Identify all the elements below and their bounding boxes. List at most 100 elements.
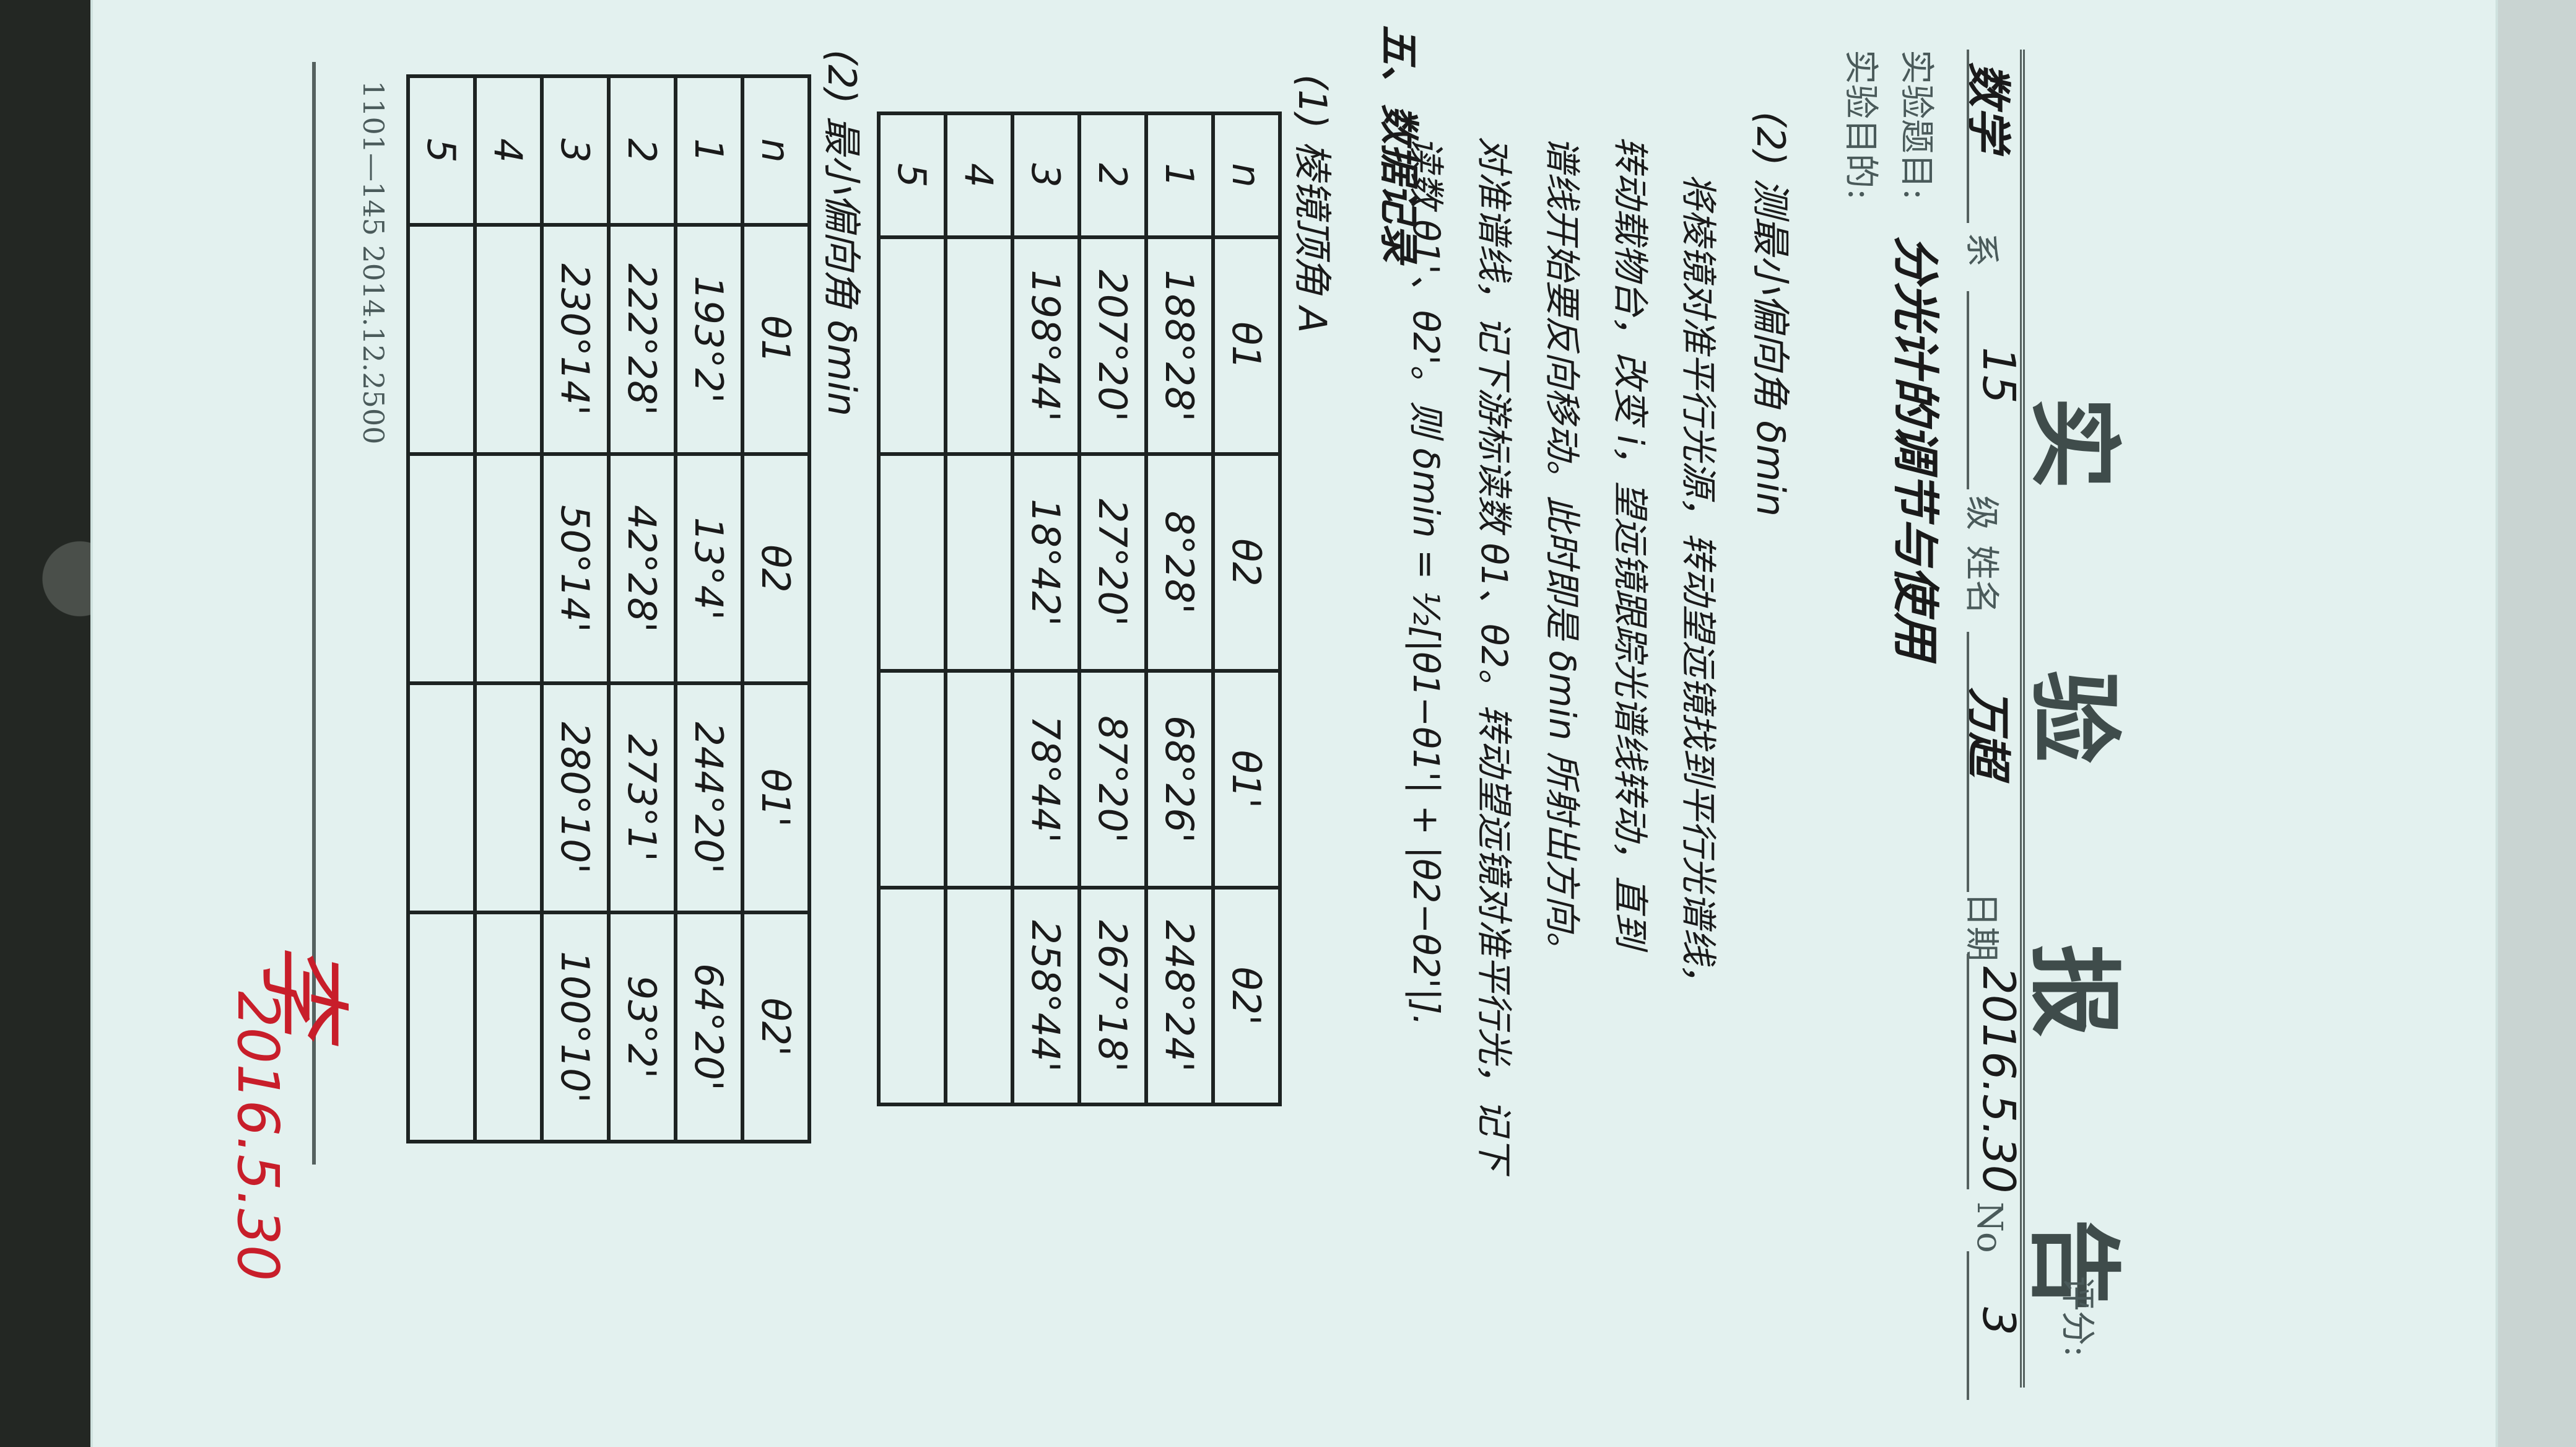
table-row: 4 — [475, 76, 542, 1142]
date-label: 日期 — [1961, 892, 2001, 961]
table-cell: 207°20' — [1079, 237, 1146, 454]
grade-value: 15 — [1973, 347, 2025, 404]
table-cell: 273°1' — [609, 683, 676, 912]
table-cell: 188°28' — [1146, 237, 1213, 454]
table2-header-theta2: θ2 — [742, 454, 809, 683]
date-value: 2016.5.30 — [1973, 966, 2025, 1194]
name-underline — [1967, 632, 1969, 892]
table-cell — [475, 454, 542, 683]
table-cell: 248°24' — [1146, 888, 1213, 1104]
table-cell — [475, 683, 542, 912]
table1-caption: (1) 棱镜顶角 A — [1290, 74, 1335, 333]
table2-header-row: n θ1 θ2 θ1' θ2' — [742, 76, 809, 1142]
purpose-label: 实验目的: — [1840, 50, 1881, 200]
table-row: 1 193°2' 13°4' 244°20' 64°20' — [676, 76, 742, 1142]
table-cell: 18°42' — [1012, 454, 1079, 671]
report-title: 实 验 报 告 — [2019, 396, 2128, 1386]
procedure-line-1: 将棱镜对准平行光源，转动望远镜找到平行光谱线， — [1677, 173, 1720, 1000]
teacher-date: 2016.5.30 — [225, 991, 291, 1282]
table-cell: 5 — [879, 113, 946, 237]
table-cell: 42°28' — [609, 454, 676, 683]
table-cell: 93°2' — [609, 912, 676, 1142]
no-underline — [1967, 1251, 1969, 1400]
table-cell: 193°2' — [676, 225, 742, 454]
table-cell — [408, 454, 475, 683]
department-underline — [1967, 50, 1969, 223]
table-cell — [408, 225, 475, 454]
table-cell: 258°44' — [1012, 888, 1079, 1104]
table-row: 2 222°28' 42°28' 273°1' 93°2' — [609, 76, 676, 1142]
procedure-line-3: 谱线开始要反向移动。此时即是 δmin 所射出方向。 — [1541, 136, 1583, 968]
table-cell: 267°18' — [1079, 888, 1146, 1104]
table-cell — [946, 671, 1012, 888]
table1-header-theta1p: θ1' — [1213, 671, 1280, 888]
table2-caption: (2) 最小偏向角 δmin — [819, 50, 864, 417]
table-cell: 5 — [408, 76, 475, 225]
table-row: 5 — [879, 113, 946, 1104]
table2-header-n: n — [742, 76, 809, 225]
table-cell: 280°10' — [542, 683, 609, 912]
table1-header-theta1: θ1 — [1213, 237, 1280, 454]
table-row: 4 — [946, 113, 1012, 1104]
procedure-line-2: 转动载物台，改变 i，望远镜跟踪光谱线转动，直到 — [1609, 136, 1651, 948]
table-cell — [879, 888, 946, 1104]
page: 实 验 报 告 评分: 数学 系 15 级 姓名 万超 日期 2016.5.30… — [93, 0, 2496, 1447]
no-value: 3 — [1973, 1307, 2025, 1336]
table-cell: 230°14' — [542, 225, 609, 454]
table-cell: 3 — [1012, 113, 1079, 237]
report-sheet: 实 验 报 告 评分: 数学 系 15 级 姓名 万超 日期 2016.5.30… — [93, 0, 2496, 1447]
table-cell: 27°20' — [1079, 454, 1146, 671]
topic-value: 分光计的调节与使用 — [1888, 235, 1943, 659]
table-cell: 4 — [946, 113, 1012, 237]
name-value: 万超 — [1962, 688, 2014, 777]
topic-label: 实验题目: — [1896, 50, 1936, 200]
table2-header-theta1p: θ1' — [742, 683, 809, 912]
table-cell: 3 — [542, 76, 609, 225]
procedure-line-4: 对准谱线，记下游标读数 θ1、θ2。转动望远镜对准平行光，记下 — [1473, 136, 1515, 1172]
table-row: 3 198°44' 18°42' 78°44' 258°44' — [1012, 113, 1079, 1104]
table1-header-n: n — [1213, 113, 1280, 237]
table-cell — [408, 683, 475, 912]
table-cell — [879, 671, 946, 888]
date-underline — [1967, 954, 1969, 1189]
procedure-heading: (2) 测最小偏向角 δmin — [1748, 111, 1793, 517]
table-row: 3 230°14' 50°14' 280°10' 100°10' — [542, 76, 609, 1142]
table-cell — [408, 912, 475, 1142]
data-heading-text: 五、数据记录 — [1375, 25, 1421, 263]
table-cell: 2 — [1079, 113, 1146, 237]
grade-underline — [1967, 291, 1969, 489]
data-heading: 五、数据记录 — [1373, 25, 1430, 263]
table-cell: 244°20' — [676, 683, 742, 912]
table-cell: 50°14' — [542, 454, 609, 683]
table2-header-theta2p: θ2' — [742, 912, 809, 1142]
table-cell: 1 — [1146, 113, 1213, 237]
table-cell — [946, 888, 1012, 1104]
table-cell: 78°44' — [1012, 671, 1079, 888]
no-label: No — [1969, 1202, 2009, 1253]
department-value: 数学 — [1962, 62, 2014, 152]
table-cell: 4 — [475, 76, 542, 225]
table1-header-theta2p: θ2' — [1213, 888, 1280, 1104]
table-cell: 68°26' — [1146, 671, 1213, 888]
table-min-deviation: n θ1 θ2 θ1' θ2' 1 193°2' 13°4' 244°20' 6… — [406, 74, 811, 1143]
table-cell: 1 — [676, 76, 742, 225]
table-cell — [946, 454, 1012, 671]
procedure-line-5: 读数 θ1'、θ2'。则 δmin = ½[|θ1−θ1'| + |θ2−θ2'… — [1405, 136, 1447, 1026]
table-cell — [879, 454, 946, 671]
table-cell: 64°20' — [676, 912, 742, 1142]
table-row: 2 207°20' 27°20' 87°20' 267°18' — [1079, 113, 1146, 1104]
table-cell — [475, 912, 542, 1142]
table1-header-theta2: θ2 — [1213, 454, 1280, 671]
table2-header-theta1: θ1 — [742, 225, 809, 454]
table-cell: 100°10' — [542, 912, 609, 1142]
table-row: 1 188°28' 8°28' 68°26' 248°24' — [1146, 113, 1213, 1104]
table-cell: 198°44' — [1012, 237, 1079, 454]
table-cell: 87°20' — [1079, 671, 1146, 888]
score-label: 评分: — [2057, 1276, 2097, 1357]
name-label: 姓名 — [1961, 545, 2001, 614]
grade-label: 级 — [1961, 496, 2001, 530]
table-row: 5 — [408, 76, 475, 1142]
table1-header-row: n θ1 θ2 θ1' θ2' — [1213, 113, 1280, 1104]
table-cell: 8°28' — [1146, 454, 1213, 671]
table-prism-angle: n θ1 θ2 θ1' θ2' 1 188°28' 8°28' 68°26' 2… — [877, 111, 1282, 1106]
